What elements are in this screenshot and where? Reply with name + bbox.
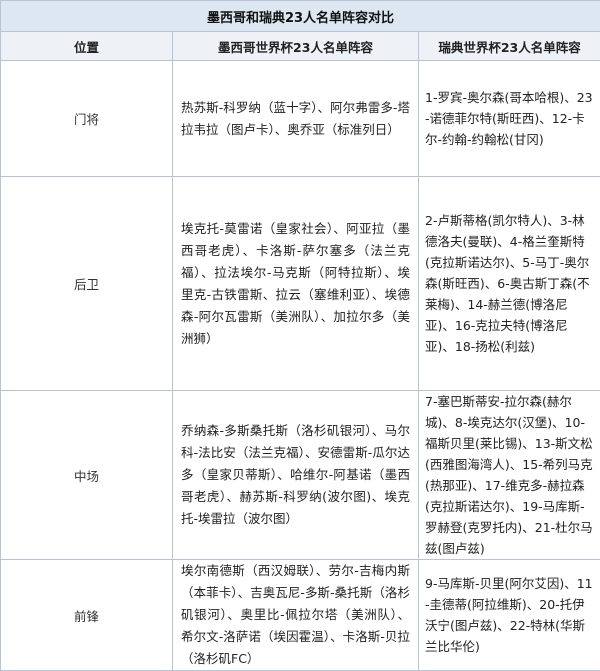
position-cell: 前锋	[1, 560, 173, 671]
table-row: 中场 乔纳森-多斯桑托斯（洛杉矶银河）、马尔科-法比安（法兰克福）、安德雷斯-瓜…	[1, 391, 600, 560]
header-mexico: 墨西哥世界杯23人名单阵容	[173, 32, 419, 61]
sweden-cell: 7-塞巴斯蒂安-拉尔森(赫尔城)、8-埃克达尔(汉堡)、10-福斯贝里(莱比锡)…	[419, 391, 600, 560]
mexico-cell: 埃克托-莫雷诺（皇家社会）、阿亚拉（墨西哥老虎）、卡洛斯-萨尔塞多（法兰克福）、…	[173, 177, 419, 391]
roster-comparison-table: 墨西哥和瑞典23人名单阵容对比 位置 墨西哥世界杯23人名单阵容 瑞典世界杯23…	[0, 0, 600, 671]
position-cell: 后卫	[1, 177, 173, 391]
header-sweden: 瑞典世界杯23人名单阵容	[419, 32, 600, 61]
table-row: 前锋 埃尔南德斯（西汉姆联）、劳尔-吉梅内斯（本菲卡）、吉奥瓦尼-多斯-桑托斯（…	[1, 560, 600, 671]
mexico-cell: 热苏斯-科罗纳（蓝十字）、阿尔弗雷多-塔拉韦拉（图卢卡）、奥乔亚（标准列日）	[173, 61, 419, 177]
sweden-cell: 2-卢斯蒂格(凯尔特人)、3-林德洛夫(曼联)、4-格兰奎斯特(克拉斯诺达尔)、…	[419, 177, 600, 391]
position-cell: 中场	[1, 391, 173, 560]
table-row: 后卫 埃克托-莫雷诺（皇家社会）、阿亚拉（墨西哥老虎）、卡洛斯-萨尔塞多（法兰克…	[1, 177, 600, 391]
mexico-cell: 埃尔南德斯（西汉姆联）、劳尔-吉梅内斯（本菲卡）、吉奥瓦尼-多斯-桑托斯（洛杉矶…	[173, 560, 419, 671]
sweden-cell: 1-罗宾-奥尔森(哥本哈根)、23-诺德菲尔特(斯旺西)、12-卡尔-约翰-约翰…	[419, 61, 600, 177]
header-row: 位置 墨西哥世界杯23人名单阵容 瑞典世界杯23人名单阵容	[1, 32, 600, 61]
mexico-cell: 乔纳森-多斯桑托斯（洛杉矶银河）、马尔科-法比安（法兰克福）、安德雷斯-瓜尔达多…	[173, 391, 419, 560]
table-row: 门将 热苏斯-科罗纳（蓝十字）、阿尔弗雷多-塔拉韦拉（图卢卡）、奥乔亚（标准列日…	[1, 61, 600, 177]
sweden-cell: 9-马库斯-贝里(阿尔艾因)、11-圭德蒂(阿拉维斯)、20-托伊沃宁(图卢兹)…	[419, 560, 600, 671]
title-row: 墨西哥和瑞典23人名单阵容对比	[1, 1, 600, 32]
header-position: 位置	[1, 32, 173, 61]
table-title: 墨西哥和瑞典23人名单阵容对比	[1, 1, 600, 32]
position-cell: 门将	[1, 61, 173, 177]
